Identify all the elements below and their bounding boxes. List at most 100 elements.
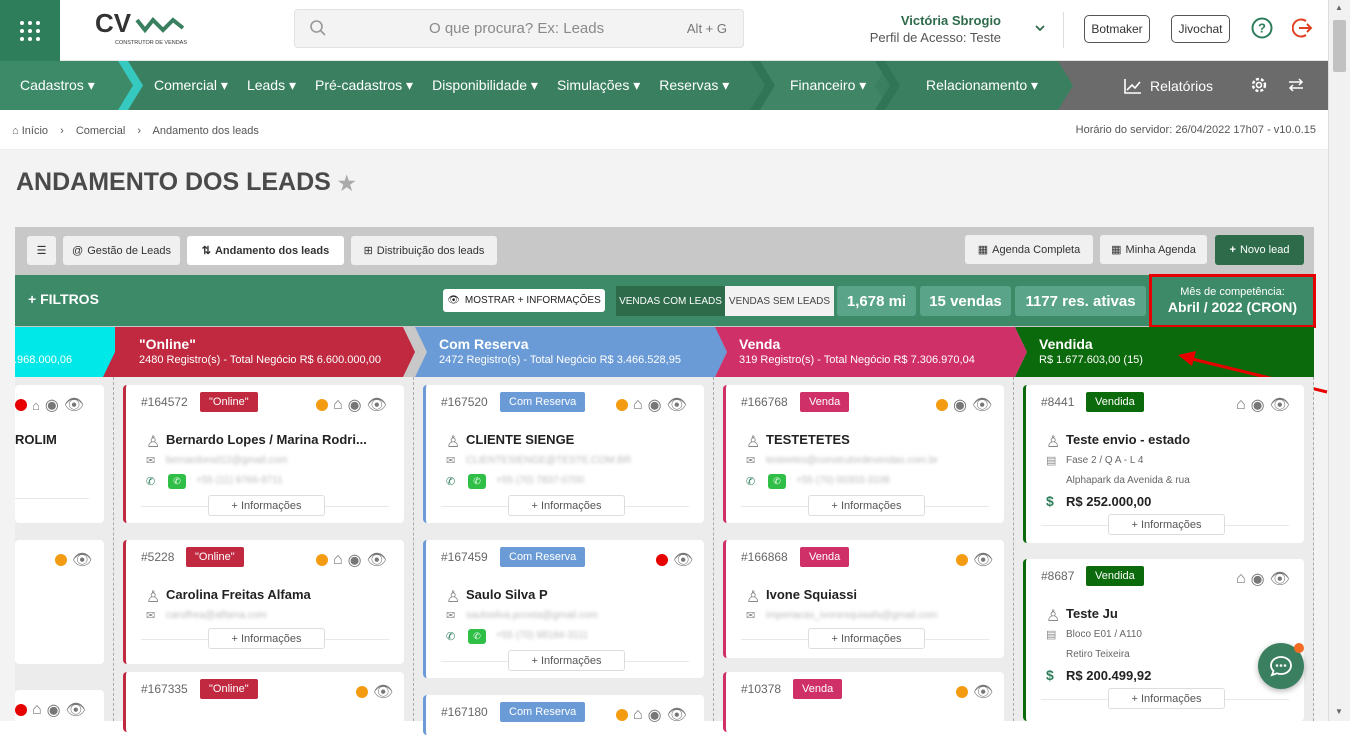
- tab-gestao-leads[interactable]: @ Gestão de Leads: [63, 236, 180, 265]
- filtros-button[interactable]: + FILTROS: [28, 291, 99, 307]
- user-icon: ♙: [1046, 434, 1061, 451]
- status-badge: Venda: [800, 392, 850, 412]
- agenda-completa-button[interactable]: ▦ Agenda Completa: [965, 235, 1093, 264]
- user-menu[interactable]: Victória Sbrogio Perfil de Acesso: Teste: [870, 13, 1001, 45]
- lead-card[interactable]: ⌂ ◉ 👁 ROLIM: [15, 385, 104, 523]
- logo[interactable]: CV CONSTRUTOR DE VENDAS: [93, 8, 188, 48]
- lead-card[interactable]: #8441 Vendida ⌂ ◉ 👁 ♙ Teste envio - estado…: [1023, 385, 1304, 543]
- home-icon: ⌂: [633, 706, 643, 723]
- tab-distribuicao-leads[interactable]: ⊞ Distribuição dos leads: [351, 236, 497, 265]
- swap-icon[interactable]: [1287, 77, 1305, 93]
- minha-agenda-button[interactable]: ▦ Minha Agenda: [1100, 235, 1207, 264]
- mais-informacoes-button[interactable]: + Informações: [1108, 688, 1225, 709]
- help-icon[interactable]: ?: [1251, 17, 1273, 39]
- lead-card[interactable]: #166768 Venda ◉ 👁 ♙ TESTETETES ✉ testeete…: [723, 385, 1004, 523]
- lead-card[interactable]: ⌂ ◉ 👁: [15, 690, 104, 730]
- mais-informacoes-button[interactable]: + Informações: [808, 628, 925, 649]
- mais-informacoes-button[interactable]: + Informações: [1108, 514, 1225, 535]
- status-dot-icon: [55, 554, 67, 566]
- lead-card[interactable]: #167180 Com Reserva ⌂ ◉ 👁: [423, 695, 704, 735]
- lead-card[interactable]: #167520 Com Reserva ⌂ ◉ 👁 ♙ CLIENTE SIENGE…: [423, 385, 704, 523]
- lead-card[interactable]: #5228 "Online" ⌂ ◉ 👁 ♙ Carolina Freitas Al…: [123, 540, 404, 664]
- search-input[interactable]: O que procura? Ex: Leads Alt + G: [294, 9, 744, 48]
- nav-cadastros[interactable]: Cadastros ▾: [20, 77, 95, 94]
- phone-icon: ✆: [746, 476, 756, 488]
- lead-card[interactable]: 👁: [15, 540, 104, 664]
- jivochat-button[interactable]: Jivochat: [1171, 15, 1230, 43]
- user-icon: ◉: [953, 397, 967, 414]
- column-header-com-reserva: Com Reserva 2472 Registro(s) - Total Negó…: [415, 327, 715, 377]
- scrollbar[interactable]: ▲ ▼: [1328, 0, 1350, 721]
- nav-reservas-label: Reservas: [659, 77, 719, 93]
- lead-card[interactable]: #164572 "Online" ⌂ ◉ 👁 ♙ Bernardo Lopes / …: [123, 385, 404, 523]
- lead-card[interactable]: #8687 Vendida ⌂ ◉ 👁 ♙ Teste Ju ▤ Bloco E01…: [1023, 559, 1304, 721]
- card-icons: ⌂ ◉ 👁: [616, 705, 687, 725]
- logout-icon[interactable]: [1292, 17, 1314, 39]
- status-dot-icon: [15, 704, 27, 716]
- nav-pre-cadastros[interactable]: Pré-cadastros ▾: [315, 77, 413, 94]
- star-icon[interactable]: ★: [338, 173, 356, 195]
- main-nav: Cadastros ▾ Comercial ▾ Leads ▾ Pré-cada…: [0, 61, 1328, 110]
- mostrar-informacoes-button[interactable]: 👁 MOSTRAR + INFORMAÇÕES: [443, 289, 605, 312]
- calendar-icon: ▦: [977, 244, 989, 256]
- menu-button[interactable]: ☰: [27, 236, 56, 265]
- nav-relacionamento[interactable]: Relacionamento ▾: [926, 77, 1038, 94]
- lead-id: #10378: [741, 682, 782, 696]
- home-icon: ⌂: [32, 701, 42, 718]
- eye-icon: 👁: [65, 702, 86, 719]
- nav-comercial[interactable]: Comercial ▾: [154, 77, 228, 94]
- scroll-up-icon[interactable]: ▲: [1335, 3, 1343, 12]
- mais-informacoes-button[interactable]: + Informações: [208, 495, 325, 516]
- tab-andamento-label: Andamento dos leads: [214, 244, 330, 257]
- vendas-sem-leads-toggle[interactable]: VENDAS SEM LEADS: [725, 286, 834, 316]
- whatsapp-icon[interactable]: ✆: [168, 474, 186, 489]
- mostrar-label: MOSTRAR + INFORMAÇÕES: [464, 295, 601, 306]
- nav-financeiro-label: Financeiro: [790, 77, 856, 93]
- plus-icon: +: [1229, 244, 1236, 256]
- lead-card[interactable]: #166868 Venda 👁 ♙ Ivone Squiassi ✉ imper…: [723, 540, 1004, 658]
- breadcrumb-comercial[interactable]: Comercial: [76, 125, 126, 137]
- breadcrumb-inicio[interactable]: Início: [22, 125, 48, 137]
- status-dot-icon: [616, 709, 628, 721]
- chevron-down-icon[interactable]: [1034, 22, 1046, 34]
- scrollbar-thumb[interactable]: [1333, 20, 1346, 72]
- breadcrumb: ⌂ Início › Comercial › Andamento dos lea…: [0, 110, 1328, 150]
- building-icon: ▤: [1046, 455, 1057, 467]
- gear-icon[interactable]: [1250, 76, 1268, 94]
- nav-simulacoes[interactable]: Simulações ▾: [557, 77, 640, 94]
- lead-email: CLIENTESIENGE@TESTE.COM.BR: [466, 455, 632, 466]
- chart-icon: [1124, 78, 1141, 94]
- nav-leads[interactable]: Leads ▾: [247, 77, 296, 94]
- lead-phone: +55 (70) 7837-0700: [496, 475, 585, 486]
- nav-disponibilidade[interactable]: Disponibilidade ▾: [432, 77, 538, 94]
- home-icon: ⌂: [1236, 396, 1246, 413]
- column-divider: [713, 377, 714, 721]
- column-title: "Online": [139, 336, 196, 352]
- mais-informacoes-button[interactable]: + Informações: [508, 650, 625, 671]
- mais-informacoes-button[interactable]: + Informações: [508, 495, 625, 516]
- tab-andamento-leads[interactable]: ⇅ Andamento dos leads: [187, 236, 344, 265]
- apps-grid-icon[interactable]: [0, 0, 60, 61]
- scroll-down-icon[interactable]: ▼: [1335, 707, 1343, 716]
- novo-lead-label: Novo lead: [1239, 244, 1290, 256]
- vendas-com-leads-toggle[interactable]: VENDAS COM LEADS: [616, 286, 725, 316]
- whatsapp-icon[interactable]: ✆: [768, 474, 786, 489]
- mes-competencia[interactable]: Mês de competência: Abril / 2022 (CRON): [1149, 274, 1316, 328]
- nav-financeiro[interactable]: Financeiro ▾: [790, 77, 866, 94]
- lead-card[interactable]: #167459 Com Reserva 👁 ♙ Saulo Silva P ✉ …: [423, 540, 704, 678]
- column-divider: [413, 377, 414, 721]
- whatsapp-icon[interactable]: ✆: [468, 629, 486, 644]
- status-badge: Com Reserva: [500, 547, 586, 567]
- novo-lead-button[interactable]: + Novo lead: [1215, 235, 1304, 265]
- mais-informacoes-button[interactable]: + Informações: [208, 628, 325, 649]
- chat-button[interactable]: [1258, 643, 1304, 689]
- nav-reservas[interactable]: Reservas ▾: [659, 77, 729, 94]
- whatsapp-icon[interactable]: ✆: [468, 474, 486, 489]
- lead-card[interactable]: #10378 Venda 👁: [723, 672, 1004, 732]
- lead-card[interactable]: #167335 "Online" 👁: [123, 672, 404, 732]
- column-sub: 319 Registro(s) - Total Negócio R$ 7.306…: [739, 354, 975, 366]
- mais-informacoes-button[interactable]: + Informações: [808, 495, 925, 516]
- nav-relatorios[interactable]: Relatórios: [1124, 61, 1213, 110]
- search-shortcut: Alt + G: [686, 21, 727, 36]
- botmaker-button[interactable]: Botmaker: [1084, 15, 1150, 43]
